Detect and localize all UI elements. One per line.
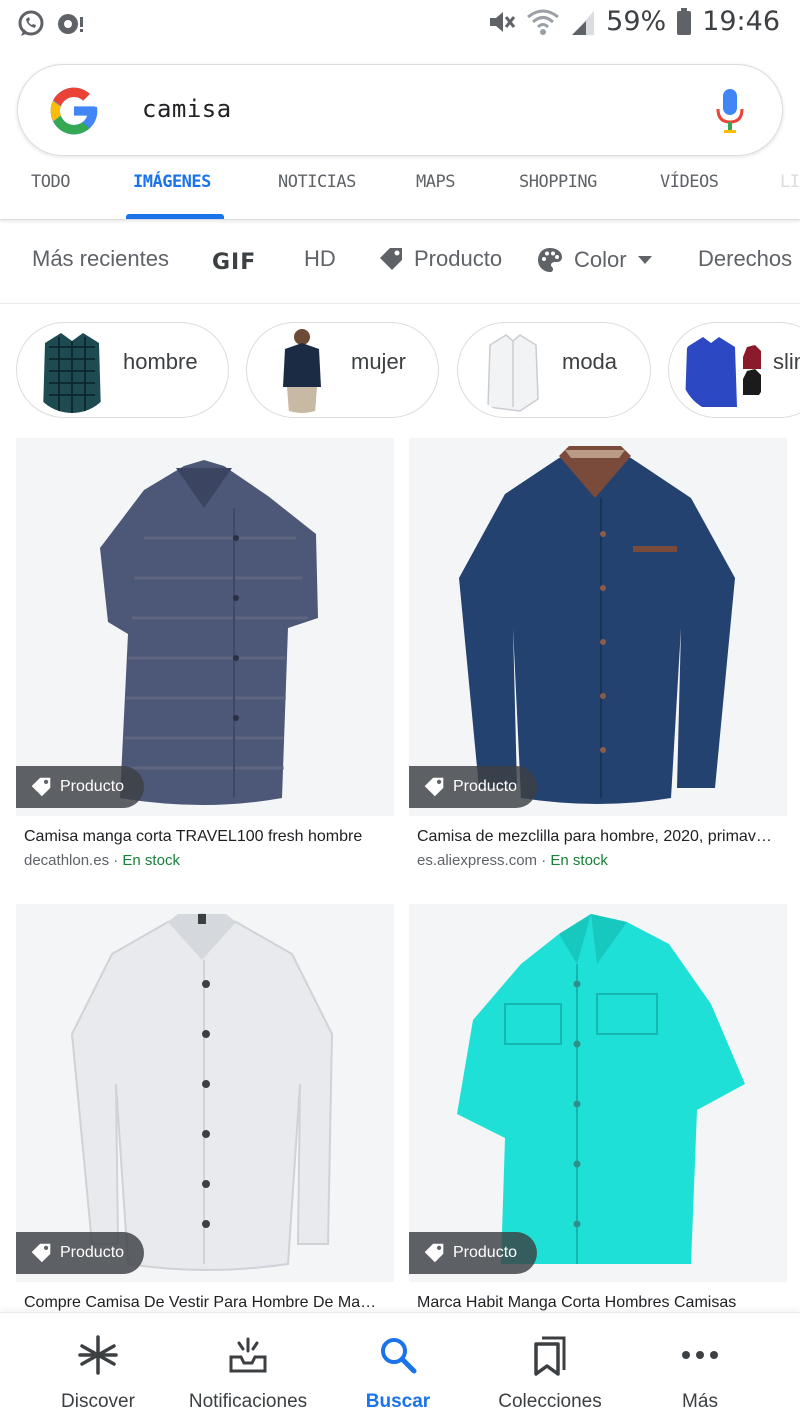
nav-notifications[interactable]: Notificaciones <box>168 1313 328 1422</box>
chip-thumbnail <box>681 327 767 413</box>
collections-icon <box>528 1333 572 1377</box>
product-badge-label: Producto <box>60 778 125 795</box>
related-chip-mujer[interactable]: mujer <box>246 322 439 418</box>
filter-recent[interactable]: Más recientes <box>32 246 169 272</box>
search-query[interactable]: camisa <box>142 95 232 123</box>
tag-icon <box>424 777 444 797</box>
result-source[interactable]: decathlon.es <box>24 852 109 869</box>
product-badge-label: Producto <box>453 778 518 795</box>
stock-status: En stock <box>122 852 180 869</box>
nav-more[interactable]: Más <box>620 1313 780 1422</box>
bottom-navigation: Discover Notificaciones Buscar Coleccion… <box>0 1312 800 1422</box>
chip-label: moda <box>562 349 618 374</box>
product-badge: Producto <box>409 1232 538 1274</box>
nav-more-label: Más <box>682 1391 718 1412</box>
result-image-blue-short-sleeve-shirt[interactable] <box>16 438 394 816</box>
chip-thumbnail <box>470 327 556 413</box>
tag-icon <box>31 777 51 797</box>
product-badge: Producto <box>16 766 145 808</box>
signal-icon <box>572 10 595 35</box>
tab-noticias[interactable]: NOTICIAS <box>278 172 356 192</box>
mute-icon <box>490 11 516 32</box>
tag-icon <box>31 1243 51 1263</box>
tab-shopping[interactable]: SHOPPING <box>519 172 597 192</box>
nav-collections-label: Colecciones <box>498 1391 602 1412</box>
chip-label: slim <box>773 349 800 374</box>
result-image-denim-long-sleeve-shirt[interactable] <box>409 438 787 816</box>
result-image-turquoise-short-sleeve-shirt[interactable] <box>409 904 787 1282</box>
result-title[interactable]: Compre Camisa De Vestir Para Hombre De M… <box>24 1294 384 1312</box>
asterisk-icon <box>76 1333 120 1377</box>
result-title[interactable]: Marca Habit Manga Corta Hombres Camisas <box>417 1294 777 1312</box>
product-badge: Producto <box>409 766 538 808</box>
result-image-white-dress-shirt[interactable] <box>16 904 394 1282</box>
microphone-icon[interactable] <box>714 87 746 135</box>
result-meta: decathlon.es · En stock <box>24 852 180 869</box>
filter-bar: Más recientes GIF HD Producto Color Dere… <box>0 228 800 304</box>
tab-maps[interactable]: MAPS <box>416 172 455 192</box>
result-meta: es.aliexpress.com · En stock <box>417 852 608 869</box>
product-badge-label: Producto <box>453 1244 518 1261</box>
nav-discover-label: Discover <box>61 1391 135 1412</box>
nav-search[interactable]: Buscar <box>318 1313 478 1422</box>
nav-collections[interactable]: Colecciones <box>470 1313 630 1422</box>
tab-videos[interactable]: VÍDEOS <box>660 172 719 192</box>
filter-hd[interactable]: HD <box>304 246 336 272</box>
dropdown-arrow-icon <box>637 256 652 264</box>
more-icon <box>678 1333 722 1377</box>
filter-color[interactable]: Color <box>536 246 653 274</box>
filter-product[interactable]: Producto <box>378 246 502 272</box>
tab-todo[interactable]: TODO <box>31 172 70 192</box>
active-tab-indicator <box>126 214 224 219</box>
nav-notifications-label: Notificaciones <box>188 1391 308 1412</box>
chip-label: mujer <box>351 349 407 374</box>
chip-thumbnail <box>259 327 345 413</box>
inbox-icon <box>226 1333 270 1377</box>
tab-libros[interactable]: LI <box>780 172 800 192</box>
filter-product-label: Producto <box>414 246 503 271</box>
related-chip-moda[interactable]: moda <box>457 322 651 418</box>
clock: 19:46 <box>702 6 780 37</box>
filter-rights[interactable]: Derechos <box>698 246 792 272</box>
gif-label: GIF <box>212 250 257 275</box>
tag-icon <box>380 248 402 270</box>
nav-discover[interactable]: Discover <box>18 1313 178 1422</box>
product-badge: Producto <box>16 1232 145 1274</box>
stock-status: En stock <box>550 852 608 869</box>
search-icon <box>376 1333 420 1377</box>
battery-percent: 59% <box>606 6 667 37</box>
related-chip-hombre[interactable]: hombre <box>16 322 229 418</box>
status-bar: 59% 19:46 <box>0 0 800 50</box>
result-title[interactable]: Camisa manga corta TRAVEL100 fresh hombr… <box>24 828 384 846</box>
search-bar[interactable]: camisa <box>17 64 783 156</box>
filter-color-label: Color <box>574 247 627 272</box>
chip-thumbnail <box>29 327 115 413</box>
nav-search-label: Buscar <box>365 1391 431 1412</box>
chip-label: hombre <box>123 349 198 374</box>
whatsapp-icon <box>18 10 44 36</box>
result-source[interactable]: es.aliexpress.com <box>417 852 537 869</box>
google-logo-icon <box>50 87 98 135</box>
tab-imagenes[interactable]: IMÁGENES <box>133 172 211 192</box>
result-title[interactable]: Camisa de mezclilla para hombre, 2020, p… <box>417 828 777 846</box>
product-badge-label: Producto <box>60 1244 125 1261</box>
tag-icon <box>424 1243 444 1263</box>
camera-notification-icon <box>58 14 83 34</box>
battery-icon <box>677 7 692 35</box>
related-chip-slim[interactable]: slim <box>668 322 800 418</box>
wifi-icon <box>527 9 560 35</box>
palette-icon <box>538 248 562 272</box>
search-tabs: TODO IMÁGENES NOTICIAS MAPS SHOPPING VÍD… <box>0 158 800 220</box>
filter-gif[interactable]: GIF <box>212 250 256 275</box>
